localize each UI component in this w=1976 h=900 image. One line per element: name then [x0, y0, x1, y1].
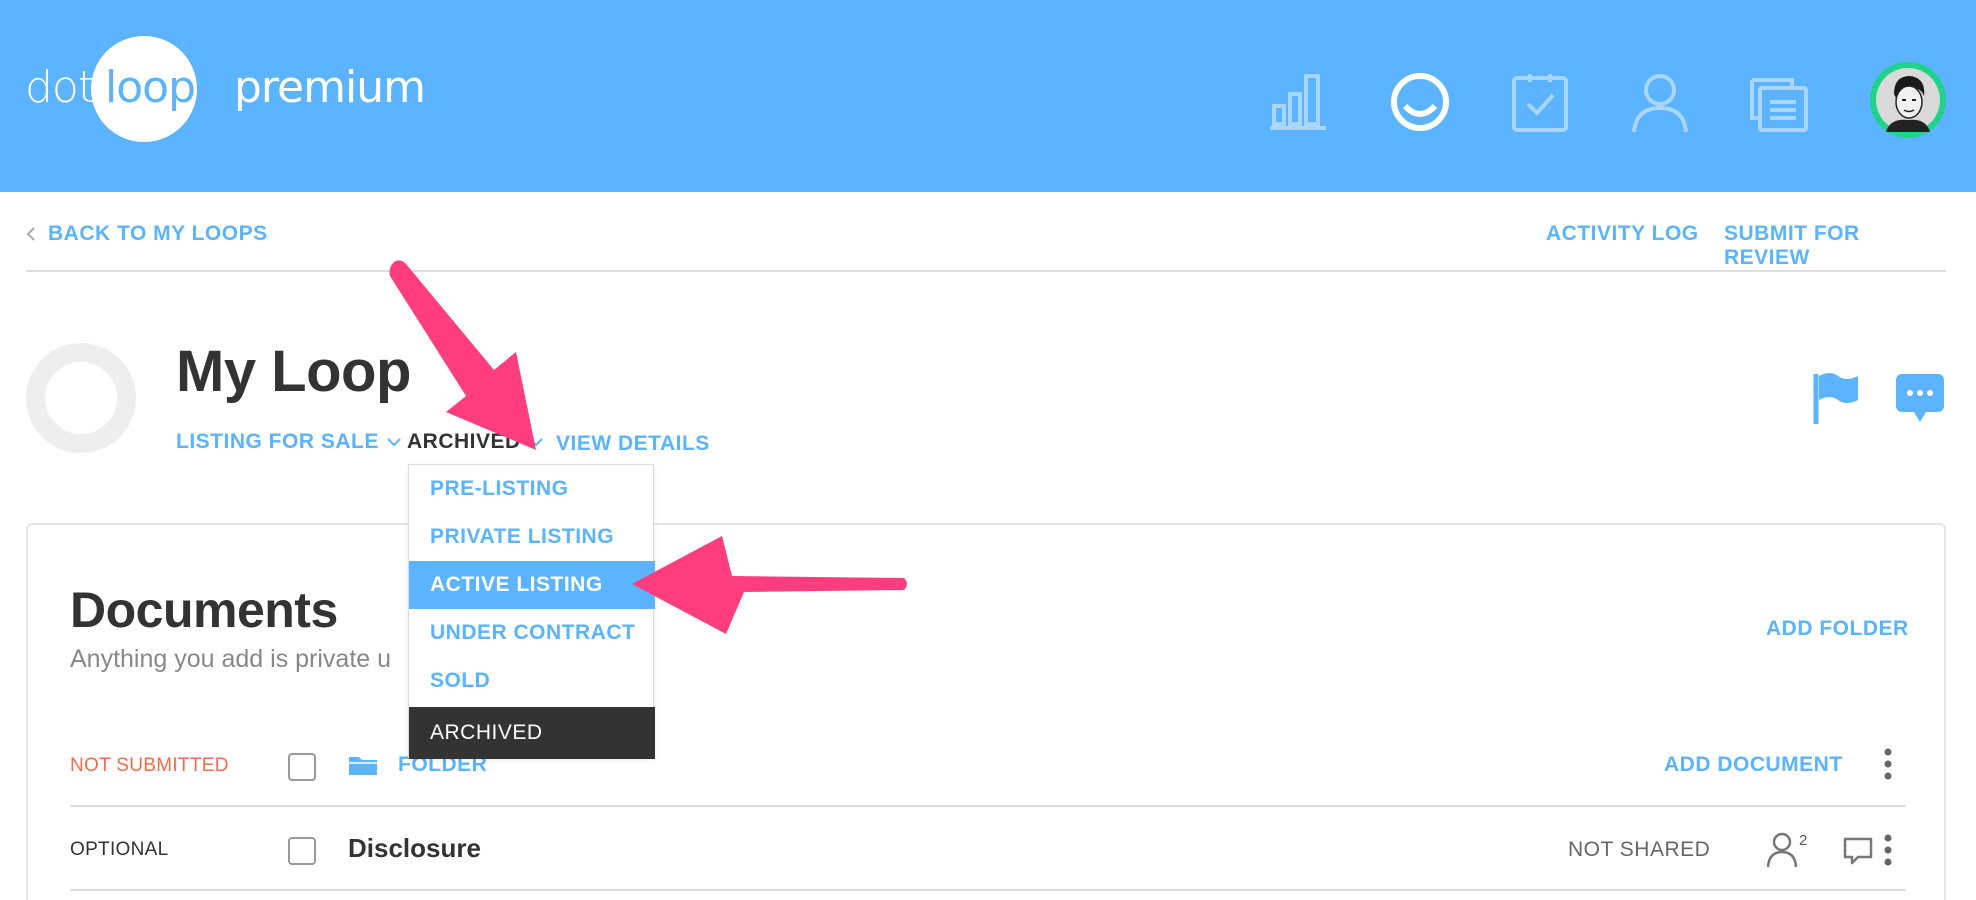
logo-dot-text: dot [25, 62, 95, 113]
back-to-loops-link[interactable]: BACK TO MY LOOPS [26, 222, 268, 246]
status-option-under-contract[interactable]: UNDER CONTRACT [409, 609, 655, 657]
documents-card: Documents Anything you add is private u … [26, 523, 1946, 900]
avatar-portrait-icon [1876, 68, 1940, 132]
document-name[interactable]: Disclosure [348, 833, 481, 864]
status-option-archived[interactable]: ARCHIVED [409, 707, 655, 759]
shared-people-icon[interactable]: 2 [1766, 831, 1812, 869]
flag-icon[interactable] [1812, 370, 1860, 426]
folder-checkbox[interactable] [288, 753, 316, 781]
documents-icon[interactable] [1748, 70, 1812, 134]
document-requirement: OPTIONAL [70, 839, 169, 860]
chevron-left-icon [26, 227, 35, 241]
loop-progress-ring [26, 343, 136, 453]
chat-icon[interactable] [1894, 372, 1946, 426]
user-avatar[interactable] [1870, 62, 1946, 138]
transaction-type-selector[interactable]: LISTING FOR SALE [176, 430, 401, 454]
documents-heading: Documents [70, 582, 338, 638]
more-options-icon[interactable] [1882, 833, 1894, 867]
sub-navigation: BACK TO MY LOOPS ACTIVITY LOG SUBMIT FOR… [26, 210, 1946, 272]
annotation-arrow-to-status-chevron [389, 260, 536, 450]
documents-subtitle: Anything you add is private u [70, 645, 392, 673]
loop-status-selector[interactable]: ARCHIVED [407, 430, 543, 454]
submit-for-review-link[interactable]: SUBMIT FOR REVIEW [1724, 222, 1946, 270]
loop-status-label: ARCHIVED [407, 430, 521, 453]
status-option-active-listing[interactable]: ACTIVE LISTING [409, 561, 655, 609]
document-row: OPTIONAL Disclosure NOT SHARED 2 [70, 809, 1906, 891]
top-header-bar: dot loop premium [0, 0, 1976, 192]
add-folder-button[interactable]: ADD FOLDER [1766, 617, 1909, 641]
logo-premium-text: premium [234, 62, 426, 113]
status-option-private-listing[interactable]: PRIVATE LISTING [409, 513, 655, 561]
chevron-down-icon [528, 438, 543, 447]
view-details-link[interactable]: VIEW DETAILS [556, 432, 710, 456]
folder-status: NOT SUBMITTED [70, 755, 229, 776]
folder-row: NOT SUBMITTED FOLDER ADD DOCUMENT [70, 725, 1906, 807]
comment-icon[interactable] [1842, 835, 1874, 867]
status-option-pre-listing[interactable]: PRE-LISTING [409, 465, 655, 513]
chevron-down-icon [387, 438, 401, 447]
logo-loop-text: loop [105, 62, 196, 113]
people-count: 2 [1799, 832, 1807, 849]
activity-log-link[interactable]: ACTIVITY LOG [1546, 222, 1699, 246]
status-option-sold[interactable]: SOLD [409, 657, 655, 705]
chart-icon[interactable] [1266, 70, 1330, 134]
loop-title: My Loop [176, 339, 411, 404]
add-document-button[interactable]: ADD DOCUMENT [1664, 753, 1843, 777]
tasks-icon[interactable] [1508, 70, 1572, 134]
status-dropdown-menu: PRE-LISTING PRIVATE LISTING ACTIVE LISTI… [408, 464, 655, 759]
smile-icon[interactable] [1388, 70, 1452, 134]
share-status: NOT SHARED [1568, 838, 1711, 861]
document-checkbox[interactable] [288, 837, 316, 865]
more-options-icon[interactable] [1882, 747, 1894, 781]
folder-icon [349, 757, 377, 775]
transaction-type-label: LISTING FOR SALE [176, 430, 379, 453]
back-link-label: BACK TO MY LOOPS [48, 222, 268, 245]
person-icon[interactable] [1628, 70, 1692, 134]
